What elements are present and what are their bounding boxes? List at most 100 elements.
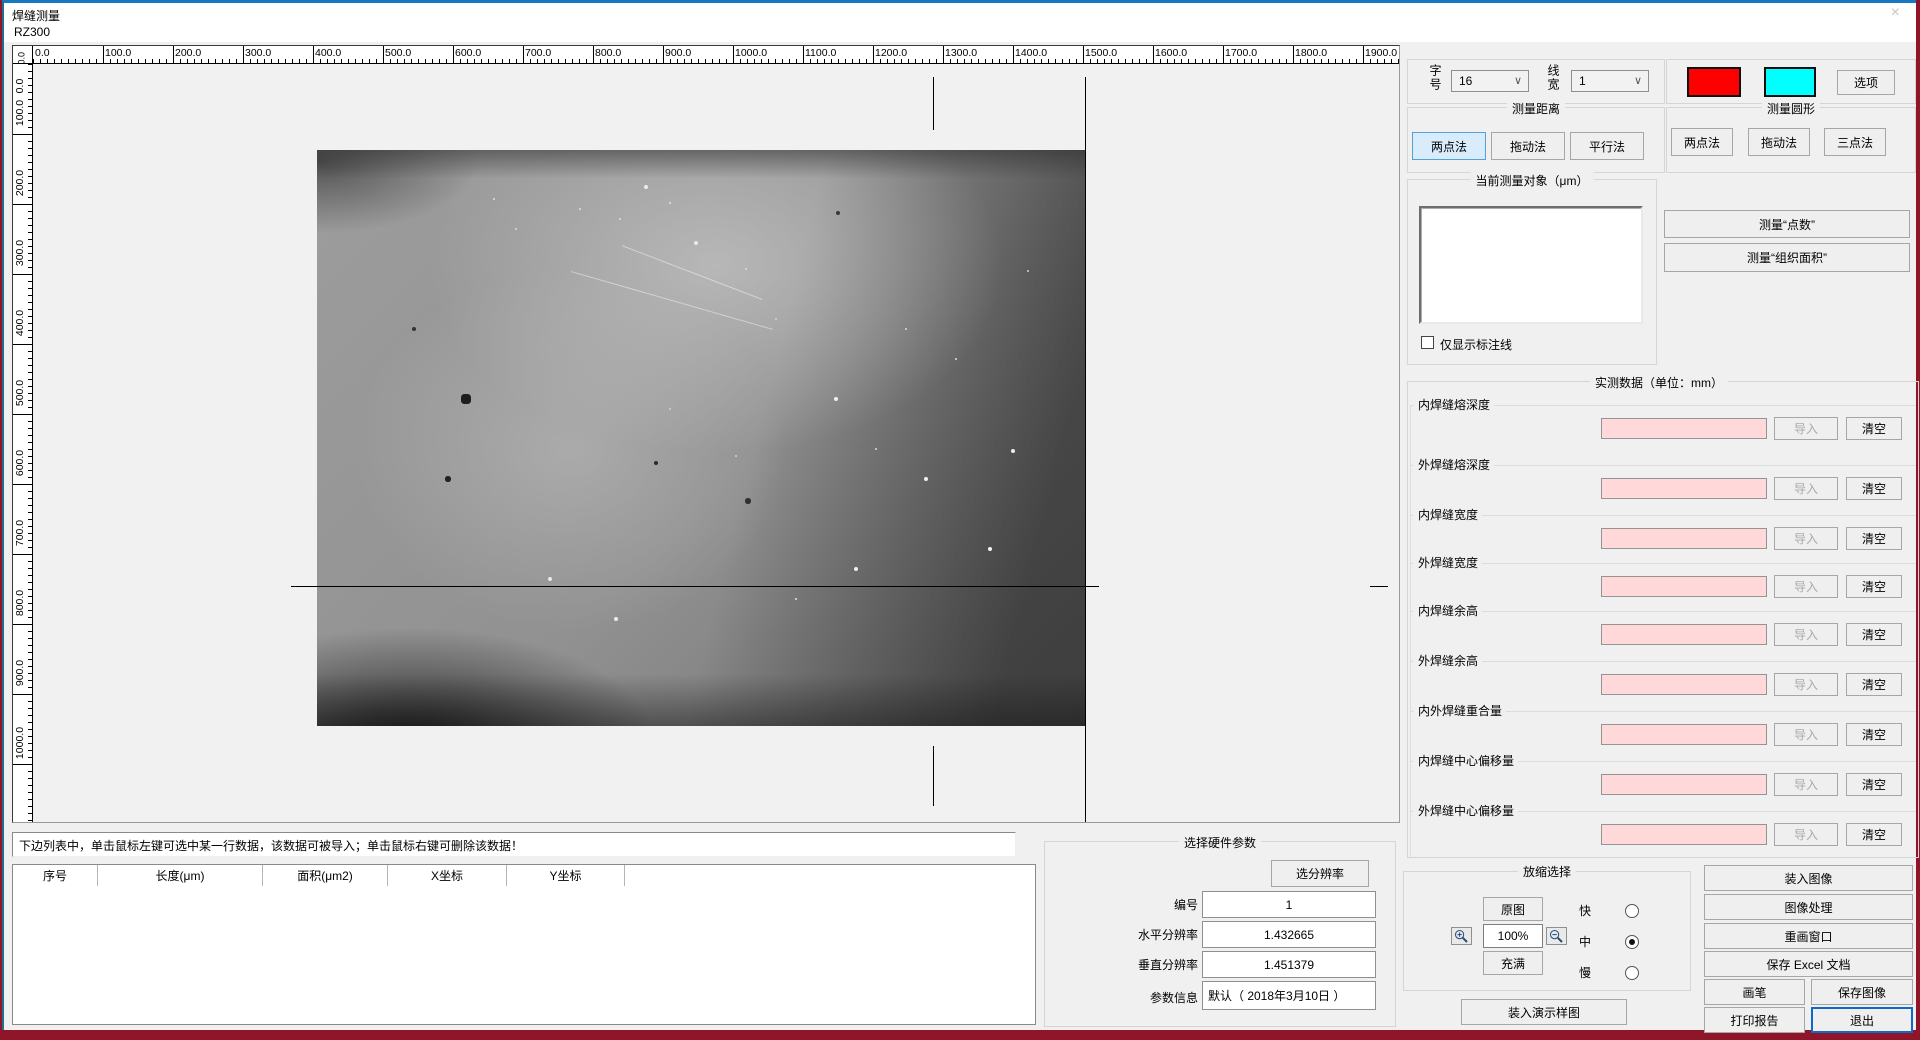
- ruler-major-tick: [1293, 46, 1294, 64]
- speed-radio[interactable]: [1625, 935, 1639, 949]
- hw-value[interactable]: 1: [1202, 891, 1376, 918]
- clear-button[interactable]: 清空: [1846, 477, 1902, 500]
- clear-button[interactable]: 清空: [1846, 623, 1902, 646]
- app-window: 焊缝测量 × RZ300 0.0 0.0100.0200.0300.0400.0…: [2, 0, 1916, 1030]
- import-button[interactable]: 导入: [1774, 673, 1838, 696]
- font-size-select[interactable]: 16 ∨: [1451, 70, 1529, 92]
- field-input[interactable]: [1601, 624, 1767, 645]
- distance-parallel-button[interactable]: 平行法: [1570, 132, 1644, 160]
- distance-drag-button[interactable]: 拖动法: [1491, 132, 1565, 160]
- clear-button[interactable]: 清空: [1846, 723, 1902, 746]
- import-button[interactable]: 导入: [1774, 527, 1838, 550]
- circle-two-point-button[interactable]: 两点法: [1671, 128, 1733, 156]
- exit-button[interactable]: 退出: [1811, 1007, 1913, 1033]
- hw-value[interactable]: 默认（ 2018年3月10日 ）: [1202, 981, 1376, 1010]
- ruler-tick-label: 300.0: [14, 232, 26, 274]
- show-annotation-checkbox[interactable]: [1421, 336, 1434, 349]
- import-button[interactable]: 导入: [1774, 773, 1838, 796]
- crosshair-dash-right: [1370, 586, 1388, 587]
- field-input[interactable]: [1601, 824, 1767, 845]
- secondary-color-swatch[interactable]: [1764, 67, 1816, 97]
- print-report-button[interactable]: 打印报告: [1704, 1007, 1805, 1033]
- save-image-button[interactable]: 保存图像: [1811, 979, 1913, 1005]
- hw-value[interactable]: 1.432665: [1202, 921, 1376, 948]
- ruler-tick-label: 500.0: [14, 372, 26, 414]
- result-table[interactable]: 序号长度(μm)面积(μm2)X坐标Y坐标: [12, 864, 1036, 1025]
- ruler-tick-label: 200.0: [175, 47, 201, 59]
- field-input[interactable]: [1601, 774, 1767, 795]
- save-excel-button[interactable]: 保存 Excel 文档: [1704, 951, 1913, 977]
- import-button[interactable]: 导入: [1774, 823, 1838, 846]
- speed-radio[interactable]: [1625, 904, 1639, 918]
- speed-option: 慢: [1579, 957, 1639, 988]
- drawing-canvas[interactable]: 0.0 0.0100.0200.0300.0400.0500.0600.0700…: [12, 45, 1400, 823]
- ruler-major-tick: [13, 134, 33, 135]
- select-resolution-button[interactable]: 选分辨率: [1271, 860, 1369, 887]
- import-button[interactable]: 导入: [1774, 623, 1838, 646]
- table-header-cell[interactable]: X坐标: [388, 865, 507, 886]
- table-header-cell[interactable]: 长度(μm): [98, 865, 263, 886]
- redraw-window-button[interactable]: 重画窗口: [1704, 923, 1913, 949]
- close-icon[interactable]: ×: [1891, 4, 1900, 22]
- field-input[interactable]: [1601, 674, 1767, 695]
- hw-value[interactable]: 1.451379: [1202, 951, 1376, 978]
- speed-radio[interactable]: [1625, 966, 1639, 980]
- ruler-tick-label: 100.0: [14, 92, 26, 134]
- ruler-tick-label: 1900.0: [1365, 47, 1397, 59]
- show-annotation-label: 仅显示标注线: [1440, 336, 1512, 353]
- v-ruler: 0.0100.0200.0300.0400.0500.0600.0700.080…: [13, 64, 33, 822]
- clear-button[interactable]: 清空: [1846, 823, 1902, 846]
- line-width-select[interactable]: 1 ∨: [1571, 70, 1649, 92]
- ruler-tick-label: 700.0: [525, 47, 551, 59]
- guide-line-vertical-bottom: [933, 746, 934, 806]
- circle-three-point-button[interactable]: 三点法: [1824, 128, 1886, 156]
- title-bar: 焊缝测量 × RZ300: [4, 3, 1916, 42]
- zoom-percent-field[interactable]: 100%: [1483, 924, 1543, 948]
- zoom-in-icon: [1454, 929, 1469, 944]
- ruler-major-tick: [13, 764, 33, 765]
- ruler-tick-label: 1800.0: [1295, 47, 1327, 59]
- zoom-fill-button[interactable]: 充满: [1483, 951, 1543, 975]
- field-input[interactable]: [1601, 418, 1767, 439]
- distance-two-point-button[interactable]: 两点法: [1412, 132, 1486, 160]
- clear-button[interactable]: 清空: [1846, 527, 1902, 550]
- measure-points-button[interactable]: 测量“点数”: [1664, 210, 1910, 238]
- pen-button[interactable]: 画笔: [1704, 979, 1805, 1005]
- ruler-major-tick: [943, 46, 944, 64]
- zoom-out-button[interactable]: [1546, 927, 1567, 945]
- zoom-in-button[interactable]: [1451, 927, 1472, 945]
- clear-button[interactable]: 清空: [1846, 773, 1902, 796]
- hardware-title: 选择硬件参数: [1179, 834, 1261, 851]
- primary-color-swatch[interactable]: [1687, 67, 1741, 97]
- options-button[interactable]: 选项: [1837, 70, 1895, 95]
- ruler-tick-label: 1100.0: [805, 47, 836, 59]
- field-input[interactable]: [1601, 528, 1767, 549]
- field-input[interactable]: [1601, 724, 1767, 745]
- ruler-tick-label: 500.0: [385, 47, 411, 59]
- hw-label: 水平分辨率: [1100, 926, 1198, 943]
- process-image-button[interactable]: 图像处理: [1704, 894, 1913, 920]
- clear-button[interactable]: 清空: [1846, 673, 1902, 696]
- table-header-cell[interactable]: Y坐标: [507, 865, 625, 886]
- field-input[interactable]: [1601, 478, 1767, 499]
- import-button[interactable]: 导入: [1774, 477, 1838, 500]
- import-button[interactable]: 导入: [1774, 417, 1838, 440]
- measure-area-button[interactable]: 测量“组织面积”: [1664, 243, 1910, 272]
- speed-radios: 快中慢: [1579, 895, 1639, 988]
- clear-button[interactable]: 清空: [1846, 575, 1902, 598]
- zoom-original-button[interactable]: 原图: [1483, 897, 1543, 921]
- circle-drag-button[interactable]: 拖动法: [1748, 128, 1810, 156]
- table-header-cell[interactable]: 面积(μm2): [263, 865, 388, 886]
- import-button[interactable]: 导入: [1774, 723, 1838, 746]
- import-button[interactable]: 导入: [1774, 575, 1838, 598]
- field-input[interactable]: [1601, 576, 1767, 597]
- load-image-button[interactable]: 装入图像: [1704, 865, 1913, 891]
- load-demo-button[interactable]: 装入演示样图: [1461, 999, 1627, 1025]
- ruler-major-tick: [13, 624, 33, 625]
- measure-distance-title: 测量距离: [1507, 100, 1565, 117]
- table-header-cell[interactable]: 序号: [13, 865, 98, 886]
- clear-button[interactable]: 清空: [1846, 417, 1902, 440]
- weld-specimen-image[interactable]: [317, 150, 1085, 726]
- menu-item-rz300[interactable]: RZ300: [14, 25, 50, 39]
- field-label: 内焊缝余高: [1414, 604, 1482, 618]
